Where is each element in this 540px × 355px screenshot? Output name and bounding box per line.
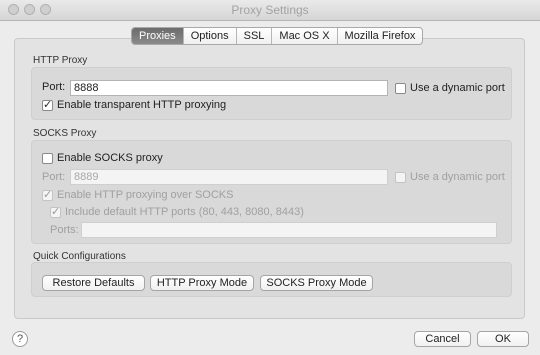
default-ports-checkbox[interactable] [50,205,61,218]
default-ports-label: Include default HTTP ports (80, 443, 808… [65,206,304,218]
http-proxy-group-label: HTTP Proxy [33,55,88,66]
enable-socks-checkbox[interactable] [42,152,53,164]
socks-proxy-group-label: SOCKS Proxy [33,128,97,139]
socks-dynamic-port-row[interactable]: Use a dynamic port [395,171,505,183]
quick-config-group-label: Quick Configurations [33,251,126,262]
proxy-settings-window: Proxy Settings Proxies Options SSL Mac O… [0,0,540,355]
ports-label: Ports: [50,224,79,236]
tab-ssl[interactable]: SSL [237,28,273,44]
http-dynamic-port-row[interactable]: Use a dynamic port [395,82,505,94]
tab-mozilla-firefox[interactable]: Mozilla Firefox [338,28,423,44]
tab-proxies[interactable]: Proxies [132,28,184,44]
socks-proxy-mode-button[interactable]: SOCKS Proxy Mode [260,275,373,291]
http-port-label-row: Port: [42,81,65,93]
tab-bar: Proxies Options SSL Mac OS X Mozilla Fir… [131,27,424,45]
default-ports-row[interactable]: Include default HTTP ports (80, 443, 808… [50,205,304,218]
transparent-proxying-checkbox[interactable] [42,98,53,111]
enable-socks-row[interactable]: Enable SOCKS proxy [42,152,163,164]
http-dynamic-port-label: Use a dynamic port [410,82,505,94]
ports-input[interactable] [81,222,497,238]
tab-mac-os-x[interactable]: Mac OS X [272,28,338,44]
http-dynamic-port-checkbox[interactable] [395,82,406,94]
http-proxy-mode-button[interactable]: HTTP Proxy Mode [150,275,254,291]
ok-button[interactable]: OK [477,331,529,347]
http-over-socks-label: Enable HTTP proxying over SOCKS [57,189,234,201]
transparent-proxying-label: Enable transparent HTTP proxying [57,99,227,111]
ports-label-row: Ports: [50,224,79,236]
cancel-button[interactable]: Cancel [414,331,471,347]
restore-defaults-button[interactable]: Restore Defaults [42,275,145,291]
title-bar: Proxy Settings [0,0,540,21]
tab-options[interactable]: Options [184,28,237,44]
help-button[interactable]: ? [12,331,28,347]
http-port-input[interactable]: 8888 [70,80,388,96]
socks-dynamic-port-label: Use a dynamic port [410,171,505,183]
http-port-label: Port: [42,81,66,93]
enable-socks-label: Enable SOCKS proxy [57,152,163,164]
socks-port-input[interactable]: 8889 [70,169,388,185]
socks-port-label-row: Port: [42,171,65,183]
transparent-proxying-row[interactable]: Enable transparent HTTP proxying [42,98,227,111]
http-over-socks-row[interactable]: Enable HTTP proxying over SOCKS [42,188,234,201]
http-over-socks-checkbox[interactable] [42,188,53,201]
window-title: Proxy Settings [231,3,309,17]
socks-dynamic-port-checkbox[interactable] [395,171,406,183]
socks-port-label: Port: [42,171,66,183]
